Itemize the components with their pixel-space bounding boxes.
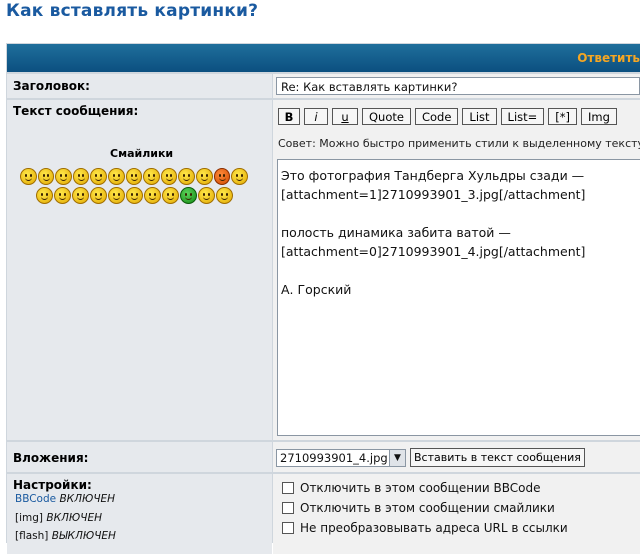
underline-button[interactable]: u — [332, 108, 358, 125]
no-url-parse-checkbox[interactable] — [282, 522, 294, 534]
cool-icon[interactable] — [125, 168, 143, 185]
surprised-icon[interactable] — [72, 168, 90, 185]
disable-smilies-label: Отключить в этом сообщении смайлики — [300, 501, 555, 515]
angry-icon[interactable] — [213, 168, 231, 185]
message-textarea[interactable]: Это фотография Тандберга Хульдры сзади —… — [277, 159, 640, 436]
geek-icon[interactable] — [198, 187, 215, 204]
attachment-select-value: 2710993901_4.jpg — [280, 451, 388, 465]
idea-icon[interactable] — [126, 187, 143, 204]
attachments-label-cell: Вложения: — [7, 442, 272, 472]
format-toolbar: B i u Quote Code List List= [*] Img — [278, 108, 617, 126]
attachments-label: Вложения: — [13, 451, 89, 465]
question-icon[interactable] — [108, 187, 125, 204]
grin-icon[interactable] — [37, 168, 55, 185]
img-state: ВКЛЮЧЕН — [46, 512, 102, 524]
evil-icon[interactable] — [54, 187, 71, 204]
form-header: Ответить — [7, 44, 640, 72]
quote-button[interactable]: Quote — [362, 108, 411, 125]
italic-button[interactable]: i — [304, 108, 328, 125]
rolleyes-icon[interactable] — [72, 187, 89, 204]
ordered-list-button[interactable]: List= — [500, 108, 545, 125]
list-button[interactable]: List — [462, 108, 497, 125]
exclaim-icon[interactable] — [90, 187, 107, 204]
disable-smilies-checkbox[interactable] — [282, 502, 294, 514]
shocked-icon[interactable] — [90, 168, 108, 185]
flash-state: ВЫКЛЮЧЕН — [51, 530, 116, 542]
reply-link[interactable]: Ответить — [577, 51, 640, 65]
setting-img: [img] ВКЛЮЧЕН — [15, 512, 102, 524]
bbcode-link[interactable]: BBCode — [15, 493, 56, 505]
option-disable-smilies: Отключить в этом сообщении смайлики — [282, 501, 555, 515]
devil-icon[interactable] — [36, 187, 53, 204]
subject-label-cell: Заголовок: — [7, 74, 272, 98]
laugh-icon[interactable] — [160, 168, 178, 185]
wink-icon[interactable] — [55, 168, 72, 185]
embarrassed-icon[interactable] — [231, 168, 248, 185]
subject-label: Заголовок: — [13, 79, 90, 93]
style-hint: Совет: Можно быстро применить стили к вы… — [278, 137, 640, 150]
smile-icon[interactable] — [20, 168, 37, 185]
code-button[interactable]: Code — [414, 108, 459, 125]
smilies-title: Смайлики — [110, 147, 174, 160]
smilies-panel — [20, 168, 248, 206]
flash-link: [flash] — [15, 530, 49, 542]
arrow-icon[interactable] — [144, 187, 161, 204]
uber-geek-icon[interactable] — [216, 187, 233, 204]
option-disable-bbcode: Отключить в этом сообщении BBCode — [282, 481, 541, 495]
attachment-select[interactable]: 2710993901_4.jpg ▼ — [276, 449, 406, 467]
message-label: Текст сообщения: — [13, 104, 139, 118]
img-link: [img] — [15, 512, 44, 524]
chevron-down-icon[interactable]: ▼ — [389, 450, 405, 466]
bbcode-state: ВКЛЮЧЕН — [59, 493, 116, 505]
setting-flash: [flash] ВЫКЛЮЧЕН — [15, 530, 116, 542]
no-url-parse-label: Не преобразовывать адреса URL в ссылки — [300, 521, 568, 535]
disable-bbcode-label: Отключить в этом сообщении BBCode — [300, 481, 541, 495]
setting-bbcode: BBCode ВКЛЮЧЕН — [15, 493, 115, 505]
settings-label: Настройки: — [13, 478, 92, 492]
list-item-button[interactable]: [*] — [548, 108, 578, 125]
tongue-icon[interactable] — [178, 168, 196, 185]
option-no-url-parse: Не преобразовывать адреса URL в ссылки — [282, 521, 568, 535]
insert-attachment-button[interactable]: Вставить в текст сообщения — [410, 448, 585, 467]
mrgreen-icon[interactable] — [180, 187, 197, 204]
sunglasses-icon[interactable] — [143, 168, 160, 185]
subject-input[interactable]: Re: Как вставлять картинки? — [276, 77, 640, 95]
disable-bbcode-checkbox[interactable] — [282, 482, 294, 494]
confused-icon[interactable] — [108, 168, 125, 185]
image-button[interactable]: Img — [581, 108, 617, 125]
neutral-icon[interactable] — [162, 187, 179, 204]
page-title: Как вставлять картинки? — [6, 1, 259, 21]
bold-button[interactable]: B — [278, 108, 300, 125]
sad-icon[interactable] — [196, 168, 213, 185]
